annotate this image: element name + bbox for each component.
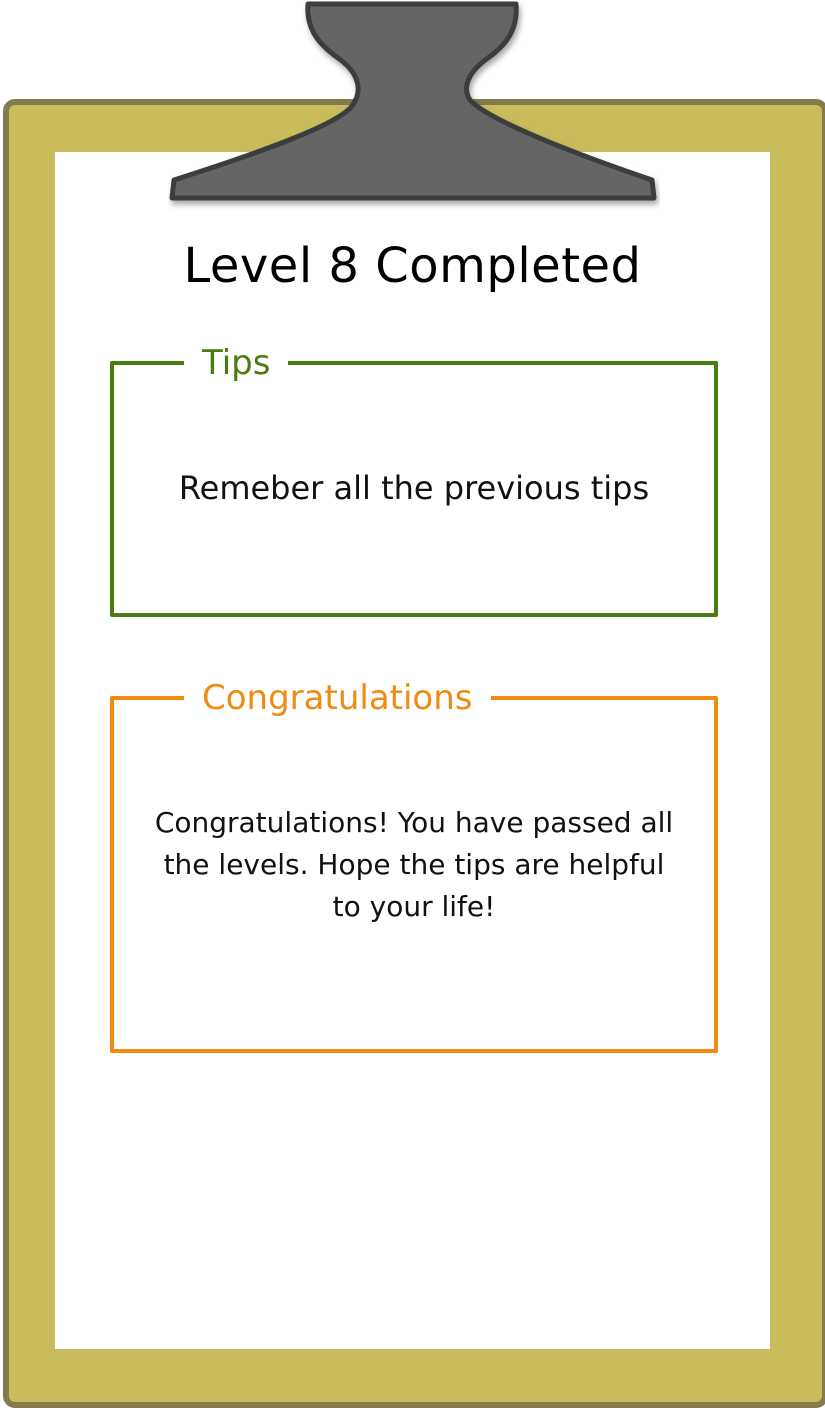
level-title: Level 8 Completed <box>183 238 642 294</box>
tips-panel: Tips Remeber all the previous tips <box>110 341 718 617</box>
tips-text: Remeber all the previous tips <box>178 469 650 507</box>
clipboard-clip-icon <box>169 1 657 201</box>
tips-heading: Tips <box>184 341 289 385</box>
congratulations-panel: Congratulations Congratulations! You hav… <box>110 676 718 1053</box>
congratulations-text: Congratulations! You have passed all the… <box>154 806 674 923</box>
congratulations-heading: Congratulations <box>184 676 491 720</box>
